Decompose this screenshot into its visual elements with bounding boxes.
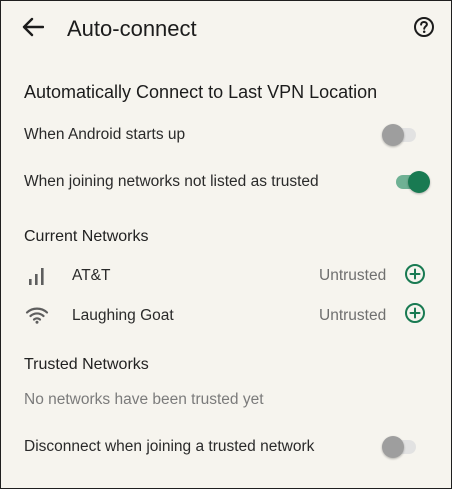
auto-connect-heading: Automatically Connect to Last VPN Locati… xyxy=(24,82,378,102)
trust-network-button-laughing-goat[interactable] xyxy=(403,302,427,329)
trust-network-button-att[interactable] xyxy=(403,263,427,290)
trusted-networks-empty-message: No networks have been trusted yet xyxy=(24,391,264,408)
wifi-icon xyxy=(24,303,50,327)
android-startup-toggle[interactable] xyxy=(382,123,420,147)
auto-connect-screen: Auto-connect Automatically Connect to La… xyxy=(0,0,452,489)
android-startup-label: When Android starts up xyxy=(24,126,186,143)
page-title: Auto-connect xyxy=(67,16,197,41)
toggle-thumb xyxy=(382,436,404,458)
network-status-att: Untrusted xyxy=(319,267,387,284)
disconnect-trusted-label: Disconnect when joining a trusted networ… xyxy=(24,438,315,455)
network-status-laughing-goat: Untrusted xyxy=(319,307,387,324)
toggle-thumb xyxy=(408,171,430,193)
trusted-networks-heading: Trusted Networks xyxy=(24,356,149,373)
help-circle-icon xyxy=(413,16,435,43)
add-circle-icon xyxy=(404,263,426,290)
network-name-att: AT&T xyxy=(72,267,111,284)
toggle-thumb xyxy=(382,124,404,146)
add-circle-icon xyxy=(404,302,426,329)
help-button[interactable] xyxy=(411,16,437,42)
cellular-signal-icon xyxy=(24,264,50,288)
untrusted-networks-toggle[interactable] xyxy=(392,170,430,194)
arrow-back-icon xyxy=(22,17,45,42)
back-button[interactable] xyxy=(17,13,49,45)
disconnect-trusted-toggle[interactable] xyxy=(382,435,420,459)
network-name-laughing-goat: Laughing Goat xyxy=(72,307,174,324)
untrusted-networks-label: When joining networks not listed as trus… xyxy=(24,173,319,190)
current-networks-heading: Current Networks xyxy=(24,228,149,245)
